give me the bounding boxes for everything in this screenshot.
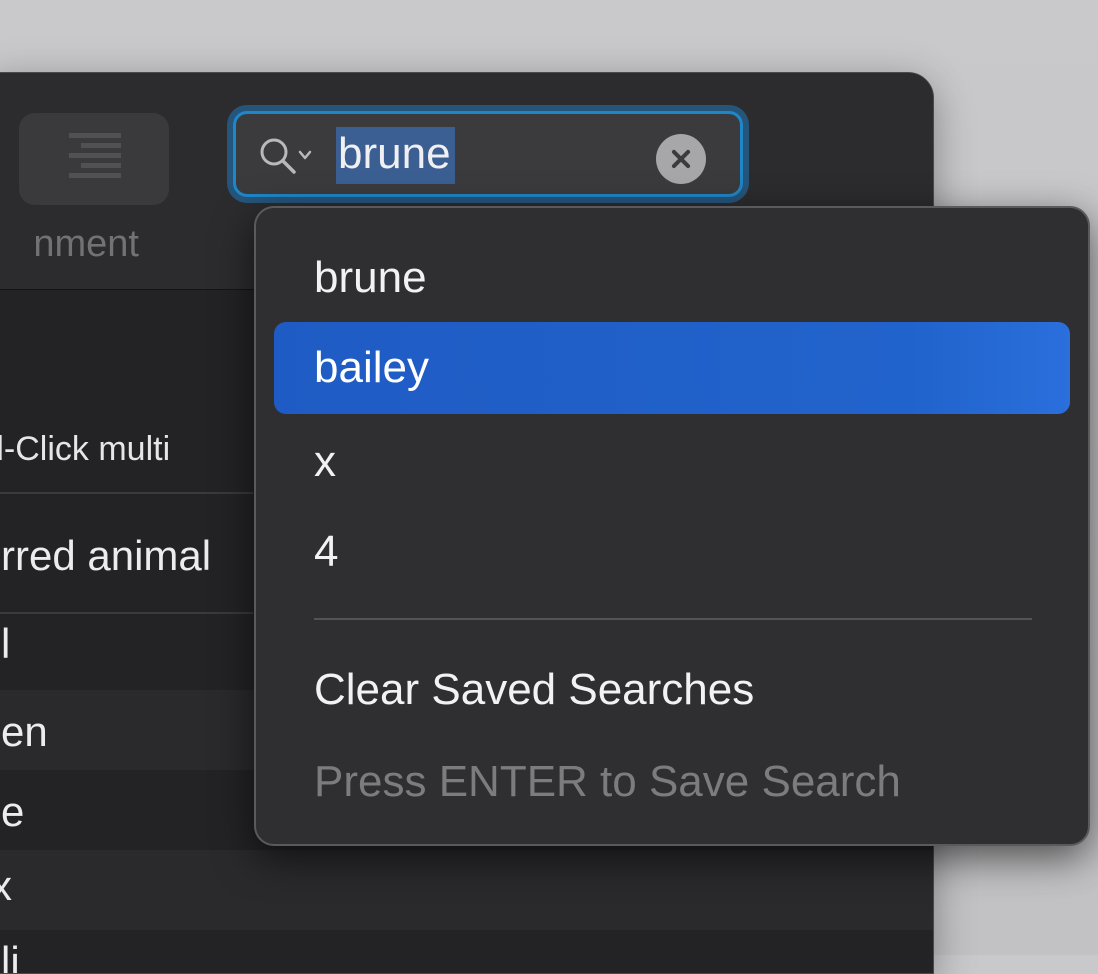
align-right-icon (69, 133, 121, 185)
divider (0, 612, 253, 614)
menu-item-recent-search[interactable]: bailey (274, 322, 1070, 414)
menu-item-recent-search[interactable]: brune (274, 232, 1070, 324)
recent-searches-menu: brune bailey x 4 Clear Saved Searches Pr… (254, 206, 1090, 846)
menu-item-recent-search[interactable]: x (274, 416, 1070, 508)
hint-text: d-Click multi (0, 430, 171, 468)
clear-saved-searches-item[interactable]: Clear Saved Searches (274, 644, 1070, 736)
list-item[interactable]: li (1, 938, 933, 974)
menu-item-recent-search[interactable]: 4 (274, 506, 1070, 598)
clear-search-icon[interactable] (656, 134, 706, 184)
list-item[interactable]: x (0, 862, 933, 910)
menu-separator (314, 618, 1032, 620)
alignment-label: nment (33, 223, 139, 265)
search-input[interactable]: brune (336, 122, 455, 186)
list-item-label: l (1, 620, 11, 667)
list-item-label: e (1, 788, 25, 835)
search-field[interactable]: brune (233, 111, 743, 197)
save-search-hint: Press ENTER to Save Search (314, 757, 901, 806)
search-icon[interactable] (258, 136, 318, 176)
search-text-selection: brune (336, 127, 455, 184)
alignment-button[interactable] (19, 113, 169, 205)
divider (0, 492, 253, 494)
list-item-label: en (1, 708, 48, 755)
list-item-label: li (1, 938, 20, 974)
list-item-label: x (0, 862, 12, 909)
list-item-label: rred animal (1, 532, 212, 579)
